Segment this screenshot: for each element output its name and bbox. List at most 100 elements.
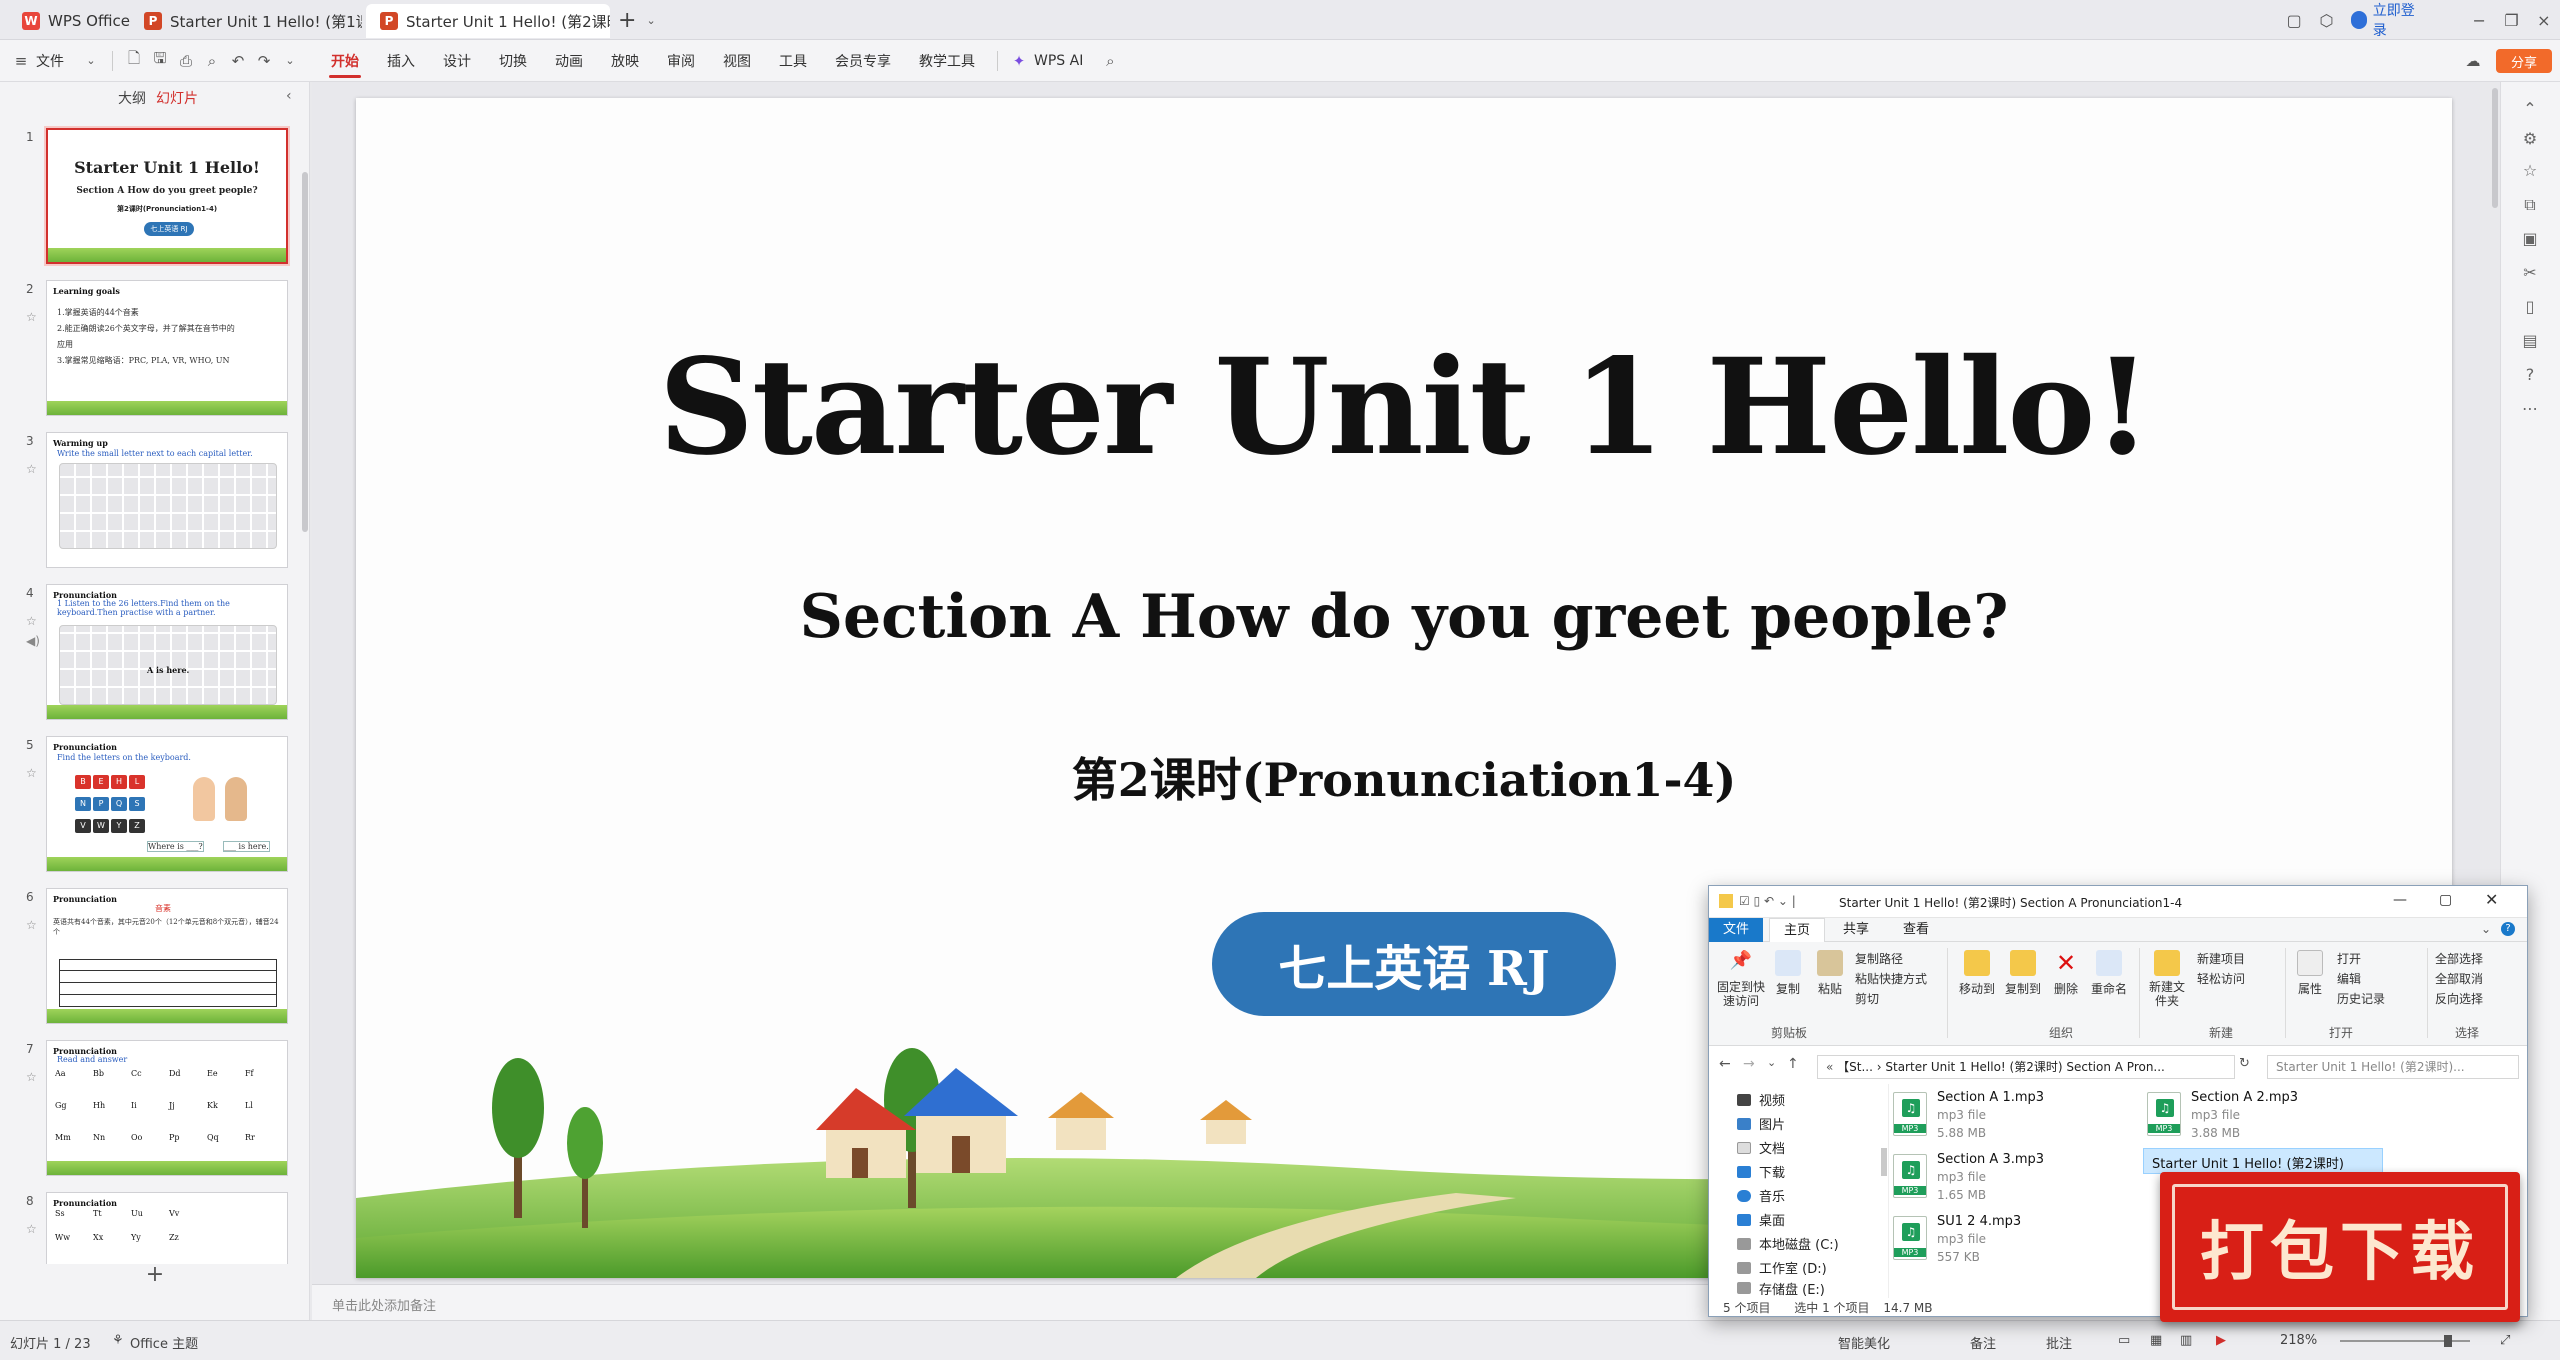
nav-item[interactable]: 工作室 (D:) xyxy=(1737,1258,1827,1277)
star-icon[interactable]: ☆ xyxy=(26,918,37,932)
beautify-button[interactable]: 智能美化 xyxy=(1838,1333,1890,1352)
star-icon[interactable]: ☆ xyxy=(26,1222,37,1236)
adjust-icon[interactable]: ⚙ xyxy=(2517,126,2543,152)
open-button[interactable]: 打开 xyxy=(2337,950,2361,967)
tab-view[interactable]: 视图 xyxy=(709,40,765,82)
easy-access-button[interactable]: 轻松访问 xyxy=(2197,970,2245,987)
collapse-panel-icon[interactable]: ‹ xyxy=(286,88,292,104)
zoom-level[interactable]: 218% xyxy=(2280,1333,2317,1348)
zoom-slider-thumb[interactable] xyxy=(2444,1335,2452,1347)
delete-button[interactable]: ✕ 删除 xyxy=(2049,950,2083,997)
nav-item[interactable]: 本地磁盘 (C:) xyxy=(1737,1234,1839,1253)
slide-lesson-label[interactable]: 第2课时(Pronunciation1-4) xyxy=(356,744,2452,810)
file-menu[interactable]: 文件 xyxy=(34,40,78,82)
book-icon[interactable]: ▯ xyxy=(2517,294,2543,320)
minimize-icon[interactable]: − xyxy=(2463,11,2495,30)
theme-label[interactable]: Office 主题 xyxy=(130,1333,198,1352)
nav-item[interactable]: 下载 xyxy=(1737,1162,1785,1181)
add-slide-button[interactable]: + xyxy=(0,1262,310,1287)
chevron-down-icon[interactable]: ⌄ xyxy=(2481,922,2491,936)
slide-thumbnail[interactable]: Starter Unit 1 Hello! Section A How do y… xyxy=(46,128,288,264)
chevron-down-icon[interactable]: ⌄ xyxy=(78,48,104,74)
star-icon[interactable]: ☆ xyxy=(26,614,37,628)
chevron-down-icon[interactable]: ⌄ xyxy=(1767,1056,1776,1069)
tab-member[interactable]: 会员专享 xyxy=(821,40,905,82)
favorite-icon[interactable]: ☆ xyxy=(2517,158,2543,184)
copy-path-button[interactable]: 复制路径 xyxy=(1855,950,1903,967)
back-icon[interactable]: ← xyxy=(1719,1056,1731,1072)
wps-ai-icon[interactable]: ✦ xyxy=(1006,48,1032,74)
cloud-icon[interactable]: ☁ xyxy=(2460,48,2486,74)
slide-thumbnail[interactable]: Pronunciation Read and answer Aa Bb Cc Dd Ee… xyxy=(46,1040,288,1176)
tab-view[interactable]: 查看 xyxy=(1889,918,1943,942)
new-file-icon[interactable]: 🗋 xyxy=(121,48,147,74)
properties-button[interactable]: 属性 xyxy=(2293,950,2327,997)
fit-window-icon[interactable]: ⤢ xyxy=(2500,1333,2510,1348)
window-mode-icon[interactable]: ▢ xyxy=(2278,11,2310,30)
slide-subtitle[interactable]: Section A How do you greet people? xyxy=(356,582,2452,652)
copy-icon[interactable]: ⧉ xyxy=(2517,192,2543,218)
menu-icon[interactable]: ≡ xyxy=(8,48,34,74)
nav-item[interactable]: 音乐 xyxy=(1737,1186,1785,1205)
paste-shortcut-button[interactable]: 粘贴快捷方式 xyxy=(1855,970,1927,987)
notes-button[interactable]: 备注 xyxy=(1970,1333,1996,1352)
comments-button[interactable]: 批注 xyxy=(2046,1333,2072,1352)
tab-lesson-2[interactable]: P Starter Unit 1 Hello! (第2课时 × xyxy=(366,4,610,38)
search-icon[interactable]: ⌕ xyxy=(1097,48,1123,74)
slide-badge[interactable]: 七上英语 RJ xyxy=(1212,912,1616,1016)
tab-slides[interactable]: 幻灯片 xyxy=(156,88,198,108)
file-item[interactable]: Section A 3.mp3 mp3 file 1.65 MB xyxy=(1889,1148,2129,1206)
move-to-button[interactable]: 移动到 xyxy=(1955,950,1999,997)
audio-icon[interactable]: ◀) xyxy=(26,634,40,648)
scroll-up-icon[interactable]: ⌃ xyxy=(2517,96,2543,122)
star-icon[interactable]: ☆ xyxy=(26,766,37,780)
skin-icon[interactable]: ⬡ xyxy=(2310,11,2342,30)
login-link[interactable]: 立即登录 xyxy=(2373,0,2423,40)
slide-thumbnail[interactable]: Pronunciation Find the letters on the ke… xyxy=(46,736,288,872)
tab-insert[interactable]: 插入 xyxy=(373,40,429,82)
tab-tools[interactable]: 工具 xyxy=(765,40,821,82)
nav-item[interactable]: 图片 xyxy=(1737,1114,1785,1133)
edit-button[interactable]: 编辑 xyxy=(2337,970,2361,987)
thumbnail-row[interactable]: 8 ☆ Pronunciation Ss Tt Uu Vv Ww Xx Yy Zz xyxy=(0,1192,300,1264)
tab-home[interactable]: 开始 xyxy=(317,40,373,82)
more-icon[interactable]: ⋯ xyxy=(2517,396,2543,422)
nav-scrollbar[interactable] xyxy=(1881,1148,1887,1176)
tab-animation[interactable]: 动画 xyxy=(541,40,597,82)
grid-view-icon[interactable]: ▦ xyxy=(2150,1333,2162,1348)
print-icon[interactable]: ⎙ xyxy=(173,48,199,74)
refresh-icon[interactable]: ↻ xyxy=(2239,1056,2250,1071)
thumbnail-row[interactable]: 2 ☆ Learning goals 1.掌握英语的44个音素 2.能正确朗读2… xyxy=(0,280,300,418)
select-none-button[interactable]: 全部取消 xyxy=(2435,970,2483,987)
star-icon[interactable]: ☆ xyxy=(26,310,37,324)
chevron-down-icon[interactable]: ⌄ xyxy=(277,48,303,74)
thumbnail-row[interactable]: 6 ☆ Pronunciation 音素 英语共有44个音素，其中元音20个（1… xyxy=(0,888,300,1026)
close-icon[interactable]: ✕ xyxy=(2485,890,2498,909)
tab-teaching-tools[interactable]: 教学工具 xyxy=(905,40,989,82)
nav-item[interactable]: 存储盘 (E:) xyxy=(1737,1280,1825,1296)
cut-button[interactable]: 剪切 xyxy=(1855,990,1879,1007)
chevron-down-icon[interactable]: ⌄ xyxy=(646,14,655,27)
new-folder-button[interactable]: 新建文件夹 xyxy=(2145,950,2189,1008)
slide-title[interactable]: Starter Unit 1 Hello! xyxy=(356,330,2452,485)
tab-design[interactable]: 设计 xyxy=(429,40,485,82)
select-all-button[interactable]: 全部选择 xyxy=(2435,950,2483,967)
history-button[interactable]: 历史记录 xyxy=(2337,990,2385,1007)
undo-icon[interactable]: ↶ xyxy=(225,48,251,74)
quick-access-icons[interactable]: ☑ ▯ ↶ ⌄ | xyxy=(1739,894,1796,908)
slide-thumbnail[interactable]: Warming up Write the small letter next t… xyxy=(46,432,288,568)
play-icon[interactable]: ▶ xyxy=(2216,1333,2226,1348)
print-preview-icon[interactable]: ⌕ xyxy=(199,48,225,74)
pin-quick-access-button[interactable]: 📌 固定到快速访问 xyxy=(1717,950,1765,1008)
paste-button[interactable]: 粘贴 xyxy=(1813,950,1847,997)
save-icon[interactable]: 🖫 xyxy=(147,48,173,74)
slide-thumbnail[interactable]: Pronunciation 1 Listen to the 26 letters… xyxy=(46,584,288,720)
forward-icon[interactable]: → xyxy=(1743,1056,1755,1072)
invert-selection-button[interactable]: 反向选择 xyxy=(2435,990,2483,1007)
star-icon[interactable]: ☆ xyxy=(26,1070,37,1084)
layout-icon[interactable]: ▤ xyxy=(2517,328,2543,354)
tab-transition[interactable]: 切换 xyxy=(485,40,541,82)
file-item[interactable]: SU1 2 4.mp3 mp3 file 557 KB xyxy=(1889,1210,2129,1268)
thumbnail-row[interactable]: 7 ☆ Pronunciation Read and answer Aa Bb Cc… xyxy=(0,1040,300,1178)
new-tab-button[interactable]: + xyxy=(618,8,636,33)
